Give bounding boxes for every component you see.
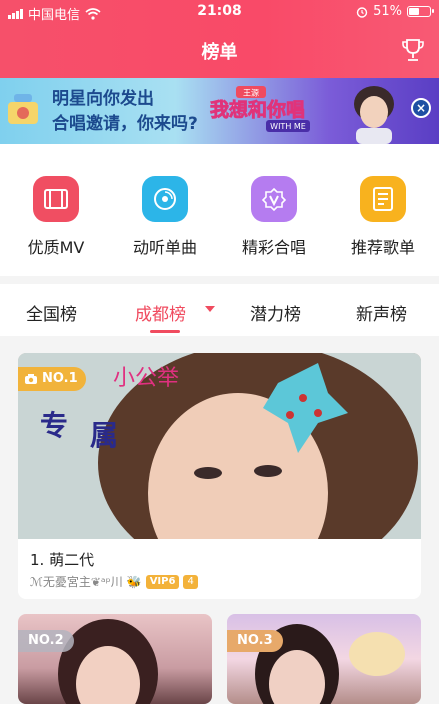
tab-chengdu[interactable]: 成都榜 [135,300,186,325]
cover-text-1: 专 [40,409,68,442]
banner-logo-sub: WITH ME [270,122,306,131]
category-singles[interactable]: 动听单曲 [115,176,215,258]
category-mv[interactable]: 优质MV [6,176,106,258]
banner-logo-text: 我想和你唱 [210,98,305,121]
film-icon [33,176,79,222]
active-tab-indicator [150,330,180,333]
celebrity-portrait [354,86,394,144]
song-cover-2 [58,619,158,704]
rank-badge: NO.3 [227,630,283,652]
bee-icon: 🐝 [126,574,142,589]
category-playlist[interactable]: 推荐歌单 [333,176,433,258]
status-right: 51% [356,4,434,19]
battery-percent: 51% [373,4,402,19]
cover-title-text: 小公举 [113,366,179,391]
song-card-3[interactable]: NO.3 [227,614,421,704]
song-cover-3 [255,624,405,704]
app-header: 中国电信 21:08 51% 榜单 [0,0,439,78]
battery-icon [407,6,434,17]
battery-fill [409,8,419,15]
category-grid: 优质MV 动听单曲 精彩合唱 推荐歌单 [0,144,439,276]
vip-badge: VIP6 [145,574,180,589]
category-label: 推荐歌单 [350,238,415,257]
chevron-down-icon[interactable] [205,306,215,312]
promo-banner[interactable]: 明星向你发出 合唱邀请，你来吗? 王源 我想和你唱 WITH ME [0,78,439,144]
category-label: 动听单曲 [132,238,197,257]
level-badge: 4 [183,574,198,589]
author-name: ℳ无憂宮主❦ᵃᵖ川 [30,575,123,589]
cover-text-2: 属 [90,419,118,452]
rank-badge: NO.2 [18,630,74,652]
banner-logo-badge: 王源 [243,89,259,98]
playlist-icon [360,176,406,222]
featured-song-card[interactable]: 小公举 专 属 NO.1 1. 萌二代 ℳ无憂宮主❦ᵃᵖ川 🐝 VIP6 4 [18,353,421,599]
category-chorus[interactable]: 精彩合唱 [224,176,324,258]
trophy-icon[interactable] [399,36,427,64]
banner-line-2: 合唱邀请，你来吗? [52,114,198,134]
camera-icon [25,374,37,384]
banner-line-1: 明星向你发出 [52,89,154,109]
close-icon[interactable]: × [411,98,431,118]
disc-icon [142,176,188,222]
banner-decoration [8,94,38,124]
song-title: 1. 萌二代 [30,551,95,569]
song-card-2[interactable]: NO.2 [18,614,212,704]
alarm-icon [356,6,368,18]
tab-national[interactable]: 全国榜 [26,300,77,325]
status-bar: 中国电信 21:08 51% [0,0,439,24]
chorus-icon [251,176,297,222]
rank-text: NO.1 [42,371,78,386]
ranking-tabs: 全国榜 成都榜 潜力榜 新声榜 [0,284,439,336]
tab-potential[interactable]: 潜力榜 [250,300,301,325]
tab-new-voices[interactable]: 新声榜 [356,300,407,325]
page-title: 榜单 [201,42,238,63]
banner-logo: 王源 我想和你唱 WITH ME [210,86,310,132]
category-label: 精彩合唱 [241,238,306,257]
rank-badge: NO.1 [18,367,86,391]
category-label: 优质MV [27,238,85,257]
song-author[interactable]: ℳ无憂宮主❦ᵃᵖ川 🐝 VIP6 4 [30,573,198,590]
